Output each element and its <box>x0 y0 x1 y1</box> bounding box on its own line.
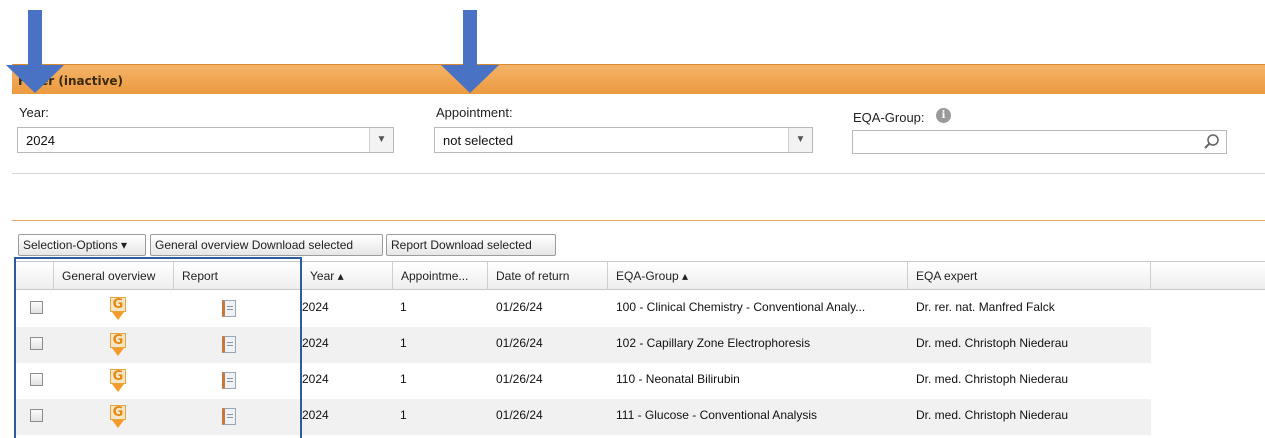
general-overview-download-button[interactable]: General overview Download selected <box>150 234 383 256</box>
header-date-of-return[interactable]: Date of return <box>488 262 608 290</box>
chevron-down-icon[interactable]: ▼ <box>788 128 812 152</box>
report-download-button[interactable]: Report Download selected <box>386 234 556 256</box>
eqa-expert-cell: Dr. med. Christoph Niederau <box>916 372 1069 386</box>
eqa-group-cell: 111 - Glucose - Conventional Analysis <box>616 408 817 422</box>
highlight-box <box>14 257 302 438</box>
eqa-expert-cell: Dr. rer. nat. Manfred Falck <box>916 300 1055 314</box>
year-select[interactable]: 2024 ▼ <box>17 127 394 153</box>
eqa-expert-cell: Dr. med. Christoph Niederau <box>916 408 1069 422</box>
divider <box>12 220 1265 221</box>
appointment-select[interactable]: not selected ▼ <box>434 127 813 153</box>
filter-panel-header[interactable]: Filter (inactive) <box>12 64 1265 94</box>
chevron-down-icon[interactable]: ▼ <box>369 128 393 152</box>
selection-options-button[interactable]: Selection-Options ▾ <box>18 234 146 256</box>
eqa-group-cell: 110 - Neonatal Bilirubin <box>616 372 740 386</box>
appointment-cell: 1 <box>400 408 407 422</box>
appointment-cell: 1 <box>400 300 407 314</box>
year-cell: 2024 <box>302 336 329 350</box>
header-year[interactable]: Year ▴ <box>302 262 393 290</box>
year-cell: 2024 <box>302 408 329 422</box>
date-cell: 01/26/24 <box>496 300 543 314</box>
year-label: Year: <box>19 105 49 120</box>
arrow-down-icon <box>6 10 64 93</box>
search-icon[interactable] <box>1203 133 1221 151</box>
info-icon: i <box>936 108 951 123</box>
eqa-group-label: EQA-Group: <box>853 110 925 125</box>
year-value: 2024 <box>26 133 55 148</box>
eqa-group-cell: 102 - Capillary Zone Electrophoresis <box>616 336 811 350</box>
appointment-cell: 1 <box>400 372 407 386</box>
appointment-label: Appointment: <box>436 105 513 120</box>
date-cell: 01/26/24 <box>496 372 543 386</box>
eqa-expert-cell: Dr. med. Christoph Niederau <box>916 336 1069 350</box>
appointment-cell: 1 <box>400 336 407 350</box>
header-appointment[interactable]: Appointme... <box>393 262 488 290</box>
year-cell: 2024 <box>302 300 329 314</box>
divider <box>12 173 1265 174</box>
header-eqa-group[interactable]: EQA-Group ▴ <box>608 262 908 290</box>
date-cell: 01/26/24 <box>496 336 543 350</box>
eqa-group-cell: 100 - Clinical Chemistry - Conventional … <box>616 300 866 314</box>
date-cell: 01/26/24 <box>496 408 543 422</box>
eqa-group-search-input[interactable] <box>852 130 1227 154</box>
appointment-value: not selected <box>443 133 514 148</box>
header-eqa-expert[interactable]: EQA expert <box>908 262 1151 290</box>
year-cell: 2024 <box>302 372 329 386</box>
arrow-down-icon <box>441 10 499 93</box>
